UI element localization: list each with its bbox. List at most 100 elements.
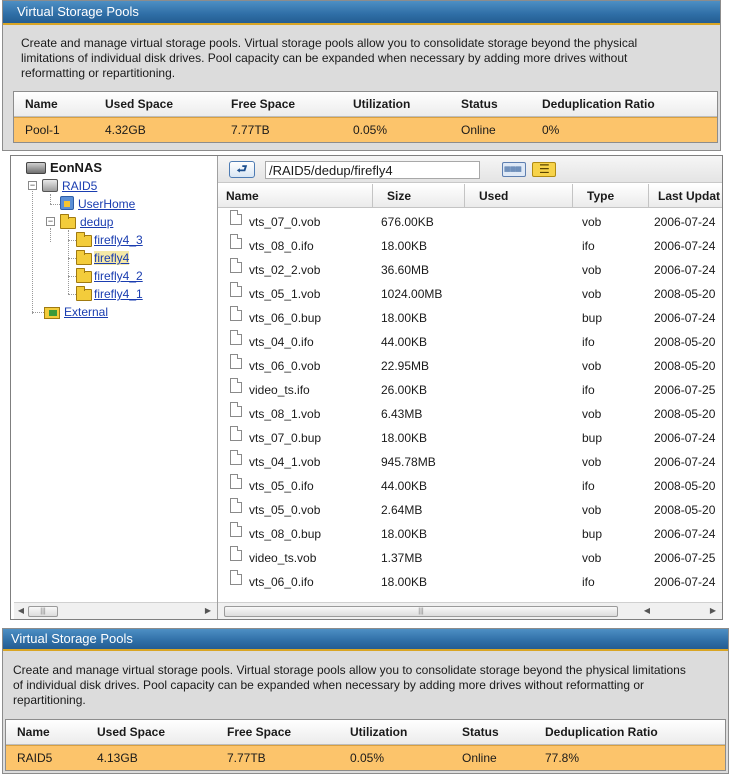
- file-name: video_ts.ifo: [249, 383, 310, 397]
- file-row[interactable]: vts_05_0.vob 2.64MB vob 2008-05-20: [218, 498, 722, 522]
- col-header-free-space[interactable]: Free Space: [231, 92, 295, 116]
- collapse-toggle-raid5[interactable]: −: [28, 181, 37, 190]
- pool-table: Name Used Space Free Space Utilization S…: [13, 91, 718, 143]
- thumbnail-view-button[interactable]: [502, 162, 526, 177]
- tree-node-label: External: [64, 305, 109, 319]
- scroll-right-icon[interactable]: ▶: [708, 606, 718, 616]
- file-row[interactable]: vts_02_2.vob 36.60MB vob 2006-07-24: [218, 258, 722, 282]
- col-header-free-space[interactable]: Free Space: [227, 720, 291, 744]
- panel-description: Create and manage virtual storage pools.…: [3, 651, 728, 708]
- col-header-status[interactable]: Status: [461, 92, 498, 116]
- col-header-used[interactable]: Used: [465, 184, 573, 208]
- file-row[interactable]: vts_04_0.ifo 44.00KB ifo 2008-05-20: [218, 330, 722, 354]
- file-name: video_ts.vob: [249, 551, 317, 565]
- col-header-last-updated[interactable]: Last Updat: [649, 184, 722, 208]
- tree-node-label: firefly4_3: [94, 233, 143, 247]
- folder-icon: [76, 250, 92, 265]
- file-last-updated: 2008-05-20: [654, 479, 716, 493]
- col-header-utilization[interactable]: Utilization: [350, 720, 407, 744]
- col-header-dedup-ratio[interactable]: Deduplication Ratio: [545, 720, 658, 744]
- file-size: 945.78MB: [381, 455, 436, 469]
- scrollbar-thumb[interactable]: |||: [28, 606, 58, 617]
- tree-node-label: firefly4_1: [94, 287, 143, 301]
- file-icon: [230, 570, 242, 585]
- folder-icon: [76, 286, 92, 301]
- tree-horizontal-scrollbar[interactable]: ◀ ||| ▶: [14, 602, 217, 619]
- tree-node-firefly4-selected[interactable]: firefly4: [76, 250, 130, 266]
- pool-row-selected[interactable]: Pool-1 4.32GB 7.77TB 0.05% Online 0%: [14, 117, 717, 142]
- tree-line: [32, 186, 33, 314]
- file-row[interactable]: vts_04_1.vob 945.78MB vob 2006-07-24: [218, 450, 722, 474]
- pool-name: RAID5: [17, 751, 53, 765]
- file-type: vob: [582, 359, 602, 373]
- file-row[interactable]: video_ts.ifo 26.00KB ifo 2006-07-25: [218, 378, 722, 402]
- file-icon: [230, 546, 242, 561]
- tree-node-dedup[interactable]: dedup: [60, 214, 113, 230]
- tree-node-raid5[interactable]: RAID5: [42, 178, 97, 194]
- list-view-button[interactable]: [532, 162, 556, 177]
- path-input[interactable]: [265, 161, 480, 179]
- file-size: 1024.00MB: [381, 287, 443, 301]
- description-line: Create and manage virtual storage pools.…: [21, 36, 638, 50]
- description-line: reformatting or repartitioning.: [21, 66, 176, 80]
- back-button[interactable]: ⮐: [229, 161, 255, 178]
- col-header-status[interactable]: Status: [462, 720, 499, 744]
- tree-node-firefly4-2[interactable]: firefly4_2: [76, 268, 143, 284]
- col-header-used-space[interactable]: Used Space: [105, 92, 173, 116]
- file-row[interactable]: video_ts.vob 1.37MB vob 2006-07-25: [218, 546, 722, 570]
- file-name: vts_06_0.bup: [249, 311, 322, 325]
- pool-dedup-ratio: 0%: [542, 123, 560, 137]
- collapse-toggle-dedup[interactable]: −: [46, 217, 55, 226]
- file-last-updated: 2008-05-20: [654, 407, 716, 421]
- pool-status: Online: [461, 123, 496, 137]
- col-header-utilization[interactable]: Utilization: [353, 92, 410, 116]
- file-row[interactable]: vts_08_0.ifo 18.00KB ifo 2006-07-24: [218, 234, 722, 258]
- file-last-updated: 2006-07-25: [654, 551, 716, 565]
- tree-line: [68, 240, 76, 241]
- file-row[interactable]: vts_08_0.bup 18.00KB bup 2006-07-24: [218, 522, 722, 546]
- folder-icon: [76, 232, 92, 247]
- file-name: vts_08_0.ifo: [249, 239, 314, 253]
- tree-node-label: RAID5: [62, 179, 98, 193]
- col-header-name[interactable]: Name: [25, 92, 58, 116]
- file-row[interactable]: vts_05_1.vob 1024.00MB vob 2008-05-20: [218, 282, 722, 306]
- tree-line: [50, 194, 51, 204]
- col-header-size[interactable]: Size: [373, 184, 465, 208]
- description-line: repartitioning.: [13, 693, 86, 707]
- tree-root[interactable]: EonNAS: [26, 160, 102, 176]
- file-type: vob: [582, 263, 602, 277]
- col-header-used-space[interactable]: Used Space: [97, 720, 165, 744]
- scroll-right-icon[interactable]: ▶: [203, 606, 213, 616]
- top-storage-pools-panel: Virtual Storage Pools Create and manage …: [2, 0, 721, 151]
- col-header-name[interactable]: Name: [17, 720, 50, 744]
- file-size: 36.60MB: [381, 263, 430, 277]
- file-row[interactable]: vts_07_0.bup 18.00KB bup 2006-07-24: [218, 426, 722, 450]
- file-name: vts_06_0.ifo: [249, 575, 314, 589]
- file-size: 22.95MB: [381, 359, 430, 373]
- pool-used-space: 4.13GB: [97, 751, 138, 765]
- file-icon: [230, 498, 242, 513]
- col-header-name[interactable]: Name: [218, 184, 373, 208]
- scrollbar-thumb[interactable]: |||: [224, 606, 618, 617]
- tree-node-firefly4-3[interactable]: firefly4_3: [76, 232, 143, 248]
- tree-node-firefly4-1[interactable]: firefly4_1: [76, 286, 143, 302]
- col-header-type[interactable]: Type: [573, 184, 649, 208]
- tree-line: [68, 276, 76, 277]
- file-type: ifo: [582, 479, 595, 493]
- file-icon: [230, 258, 242, 273]
- file-row[interactable]: vts_07_0.vob 676.00KB vob 2006-07-24: [218, 210, 722, 234]
- pool-row-selected[interactable]: RAID5 4.13GB 7.77TB 0.05% Online 77.8%: [6, 745, 725, 770]
- file-type: vob: [582, 215, 602, 229]
- col-header-dedup-ratio[interactable]: Deduplication Ratio: [542, 92, 655, 116]
- file-row[interactable]: vts_08_1.vob 6.43MB vob 2008-05-20: [218, 402, 722, 426]
- file-horizontal-scrollbar[interactable]: ||| ◀ ▶: [218, 602, 722, 619]
- file-row[interactable]: vts_06_0.bup 18.00KB bup 2006-07-24: [218, 306, 722, 330]
- scroll-left-icon[interactable]: ◀: [642, 606, 652, 616]
- tree-node-userhome[interactable]: UserHome: [60, 196, 135, 212]
- file-row[interactable]: vts_06_0.vob 22.95MB vob 2008-05-20: [218, 354, 722, 378]
- file-row[interactable]: vts_05_0.ifo 44.00KB ifo 2008-05-20: [218, 474, 722, 498]
- file-row[interactable]: vts_06_0.ifo 18.00KB ifo 2006-07-24: [218, 570, 722, 594]
- panel-title: Virtual Storage Pools: [3, 1, 720, 25]
- tree-node-external[interactable]: External: [44, 304, 108, 320]
- scroll-left-icon[interactable]: ◀: [16, 606, 26, 616]
